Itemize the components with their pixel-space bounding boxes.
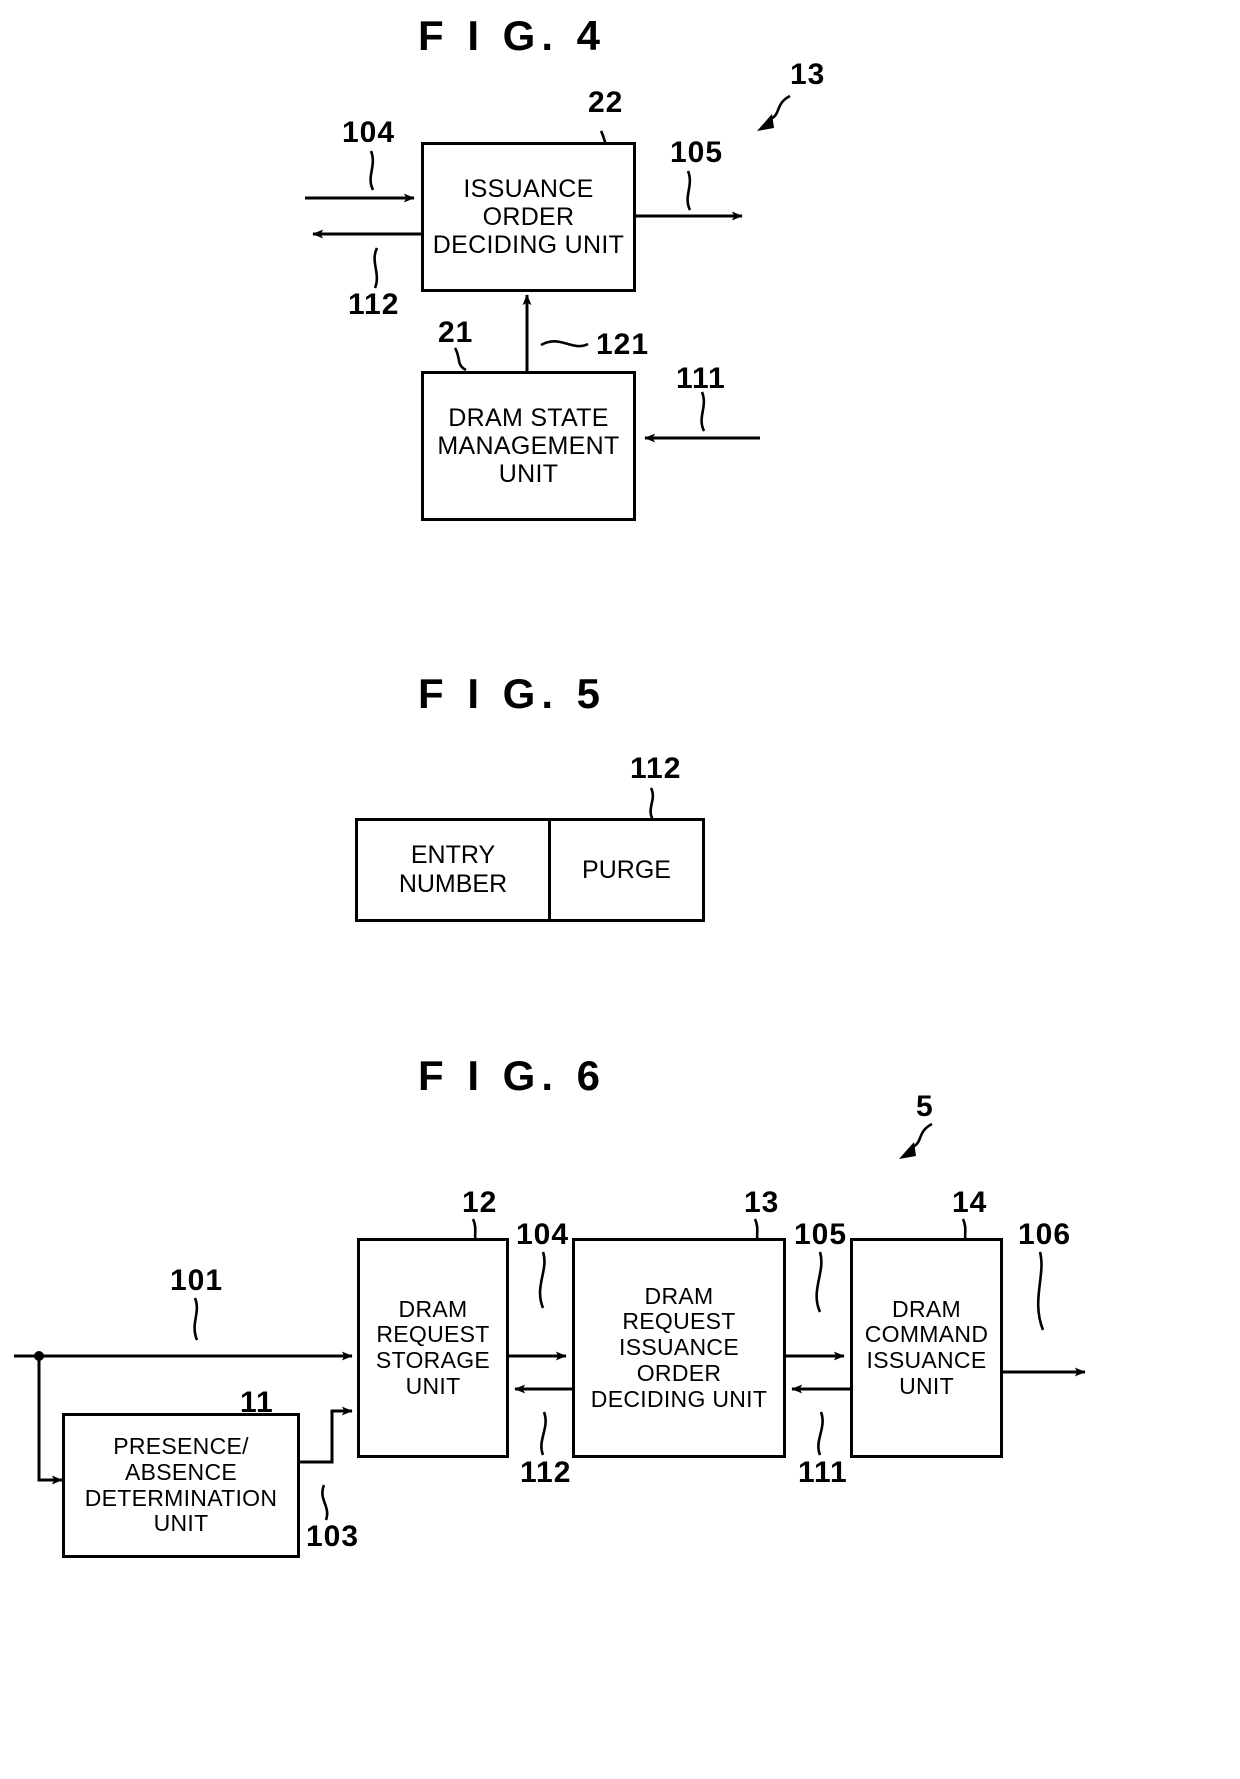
- signal-label-106: 106: [1018, 1218, 1072, 1251]
- signal-label-105-fig4: 105: [670, 136, 724, 169]
- box-label-dram-request-storage-unit: DRAM REQUEST STORAGE UNIT: [375, 1295, 491, 1399]
- box-issuance-order-deciding-unit: ISSUANCE ORDER DECIDING UNIT: [421, 142, 636, 292]
- signal-label-112-fig4: 112: [348, 288, 400, 321]
- signal-label-111-fig4: 111: [676, 362, 726, 395]
- box-dram-command-issuance-unit: DRAM COMMAND ISSUANCE UNIT: [850, 1238, 1003, 1458]
- ref-numeral-13-fig4: 13: [790, 58, 826, 91]
- box-dram-state-management-unit: DRAM STATE MANAGEMENT UNIT: [421, 371, 636, 521]
- signal-label-112-fig6: 112: [520, 1456, 572, 1489]
- box-label-presence-absence-determination-unit: PRESENCE/ABSENCE DETERMINATION UNIT: [84, 1433, 278, 1537]
- ref-numeral-12: 12: [462, 1186, 498, 1219]
- patent-drawing-sheet: F I G. 4 22 13 104 112 105 21 121 111 IS…: [0, 0, 1240, 1779]
- box-label-issuance-order-deciding-unit: ISSUANCE ORDER DECIDING UNIT: [432, 175, 625, 259]
- figure-title-fig4: F I G. 4: [418, 12, 607, 59]
- ref-numeral-21: 21: [438, 316, 474, 349]
- table-cell-purge: PURGE: [548, 818, 705, 922]
- figure-title-fig5: F I G. 5: [418, 670, 607, 717]
- box-dram-request-storage-unit: DRAM REQUEST STORAGE UNIT: [357, 1238, 509, 1458]
- ref-numeral-22: 22: [588, 86, 624, 119]
- table-cell-label-purge: PURGE: [582, 855, 671, 884]
- signal-label-104-fig6: 104: [516, 1218, 570, 1251]
- box-label-dram-command-issuance-unit: DRAM COMMAND ISSUANCE UNIT: [864, 1295, 989, 1399]
- ref-numeral-112-fig5: 112: [630, 752, 682, 785]
- box-label-dram-request-issuance-order-deciding-unit: DRAM REQUEST ISSUANCE ORDER DECIDING UNIT: [590, 1282, 768, 1412]
- signal-label-104-fig4: 104: [342, 116, 396, 149]
- ref-numeral-5-fig6: 5: [916, 1090, 934, 1123]
- signal-label-121-fig4: 121: [596, 328, 650, 361]
- signal-label-105-fig6: 105: [794, 1218, 848, 1251]
- table-cell-entry-number: ENTRY NUMBER: [355, 818, 551, 922]
- signal-label-111-fig6: 111: [798, 1456, 848, 1489]
- box-presence-absence-determination-unit: PRESENCE/ABSENCE DETERMINATION UNIT: [62, 1413, 300, 1558]
- box-dram-request-issuance-order-deciding-unit: DRAM REQUEST ISSUANCE ORDER DECIDING UNIT: [572, 1238, 786, 1458]
- table-cell-label-entry-number: ENTRY NUMBER: [398, 841, 508, 898]
- signal-label-101: 101: [170, 1264, 224, 1297]
- ref-numeral-13-fig6: 13: [744, 1186, 780, 1219]
- figure-title-fig6: F I G. 6: [418, 1052, 607, 1099]
- signal-label-103: 103: [306, 1520, 360, 1553]
- box-label-dram-state-management-unit: DRAM STATE MANAGEMENT UNIT: [437, 404, 620, 488]
- ref-numeral-14: 14: [952, 1186, 988, 1219]
